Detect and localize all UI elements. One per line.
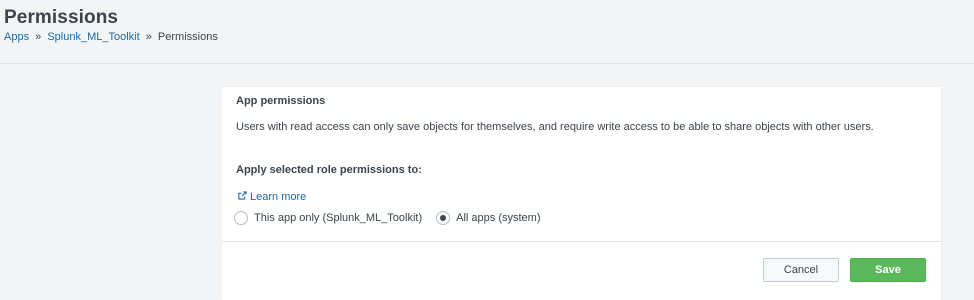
permissions-panel: App permissions Users with read access c… bbox=[222, 87, 941, 300]
section-title: App permissions bbox=[236, 95, 326, 107]
radio-label-all-apps: All apps (system) bbox=[456, 212, 541, 224]
breadcrumb-separator: » bbox=[145, 31, 152, 43]
cancel-button[interactable]: Cancel bbox=[763, 258, 839, 282]
permissions-description: Users with read access can only save obj… bbox=[236, 121, 874, 133]
page-header: Permissions Apps » Splunk_ML_Toolkit » P… bbox=[0, 0, 974, 64]
radio-all-apps[interactable] bbox=[436, 211, 451, 225]
scope-radio-group: This app only (Splunk_ML_Toolkit) All ap… bbox=[234, 211, 541, 225]
breadcrumb-current: Permissions bbox=[157, 31, 218, 43]
breadcrumb-toolkit-link[interactable]: Splunk_ML_Toolkit bbox=[47, 31, 139, 43]
footer-divider bbox=[222, 241, 941, 242]
learn-more-link[interactable]: Learn more bbox=[238, 191, 306, 203]
radio-option-this-app[interactable]: This app only (Splunk_ML_Toolkit) bbox=[234, 211, 422, 225]
learn-more-label: Learn more bbox=[250, 191, 307, 203]
breadcrumb-apps-link[interactable]: Apps bbox=[4, 31, 29, 43]
radio-this-app[interactable] bbox=[234, 211, 248, 225]
apply-permissions-label: Apply selected role permissions to: bbox=[236, 164, 422, 176]
breadcrumb-separator: » bbox=[35, 31, 42, 43]
external-link-icon bbox=[238, 191, 247, 203]
radio-label-this-app: This app only (Splunk_ML_Toolkit) bbox=[254, 212, 423, 224]
page-title: Permissions bbox=[4, 7, 119, 28]
radio-option-all-apps[interactable]: All apps (system) bbox=[436, 211, 541, 225]
save-button[interactable]: Save bbox=[850, 258, 926, 282]
breadcrumb: Apps » Splunk_ML_Toolkit » Permissions bbox=[4, 31, 218, 43]
